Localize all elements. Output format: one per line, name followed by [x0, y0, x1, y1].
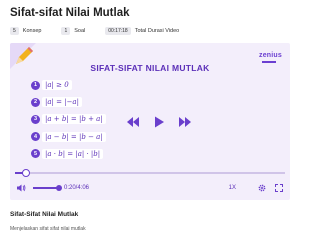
property-number: 5 [31, 149, 40, 159]
volume-slider[interactable] [33, 185, 62, 191]
property-item: 2 |a| = |−a| [31, 95, 106, 109]
page-title: Sifat-sifat Nilai Mutlak [10, 7, 130, 19]
speed-button[interactable]: 1X [229, 185, 236, 191]
fast-forward-icon[interactable] [178, 116, 192, 128]
duration-badge: 00:17:18 [105, 27, 131, 35]
playback-controls [120, 116, 198, 128]
konsep-count-badge: 5 [10, 27, 19, 35]
slide-heading: SIFAT-SIFAT NILAI MUTLAK [90, 63, 210, 73]
property-item: 1 |a| ≥ 0 [31, 78, 106, 92]
property-number: 2 [31, 97, 40, 107]
video-player[interactable]: zenius SIFAT-SIFAT NILAI MUTLAK 1 |a| ≥ … [10, 43, 290, 200]
time-display: 0:20/4:06 [64, 185, 90, 191]
rewind-icon[interactable] [126, 116, 140, 128]
property-number: 4 [31, 132, 40, 142]
property-item: 5 |a · b| = |a| · |b| [31, 147, 106, 161]
duration-label: Total Durasi Video [134, 28, 180, 34]
property-list: 1 |a| ≥ 0 2 |a| = |−a| 3 |a + b| = |b + … [31, 78, 106, 164]
volume-icon[interactable] [17, 184, 26, 192]
property-formula: |a + b| = |b + a| [42, 114, 106, 125]
konsep-label: Konsep [22, 28, 42, 34]
property-number: 3 [31, 114, 40, 124]
property-formula: |a − b| = |b − a| [42, 131, 106, 142]
property-formula: |a · b| = |a| · |b| [42, 148, 104, 159]
soal-label: Soal [74, 28, 86, 34]
property-item: 3 |a + b| = |b + a| [31, 112, 106, 126]
property-formula: |a| = |−a| [42, 97, 82, 108]
property-item: 4 |a − b| = |b − a| [31, 130, 106, 144]
property-formula: |a| ≥ 0 [42, 80, 72, 90]
fullscreen-icon[interactable] [275, 184, 283, 192]
property-number: 1 [31, 80, 40, 90]
progress-bar[interactable] [15, 169, 285, 177]
zenius-logo: zenius [259, 52, 282, 59]
video-description: Menjelaskan sifat sifat nilai mutlak [10, 226, 86, 232]
play-icon[interactable] [152, 116, 166, 128]
control-bar: 0:20/4:06 1X [10, 180, 290, 196]
video-title: Sifat-Sifat Nilai Mutlak [10, 211, 79, 218]
progress-handle[interactable] [22, 169, 31, 177]
video-meta: 5 Konsep 1 Soal 00:17:18 Total Durasi Vi… [10, 27, 179, 35]
settings-icon[interactable] [258, 184, 266, 192]
volume-knob[interactable] [56, 185, 62, 191]
soal-count-badge: 1 [61, 27, 71, 35]
